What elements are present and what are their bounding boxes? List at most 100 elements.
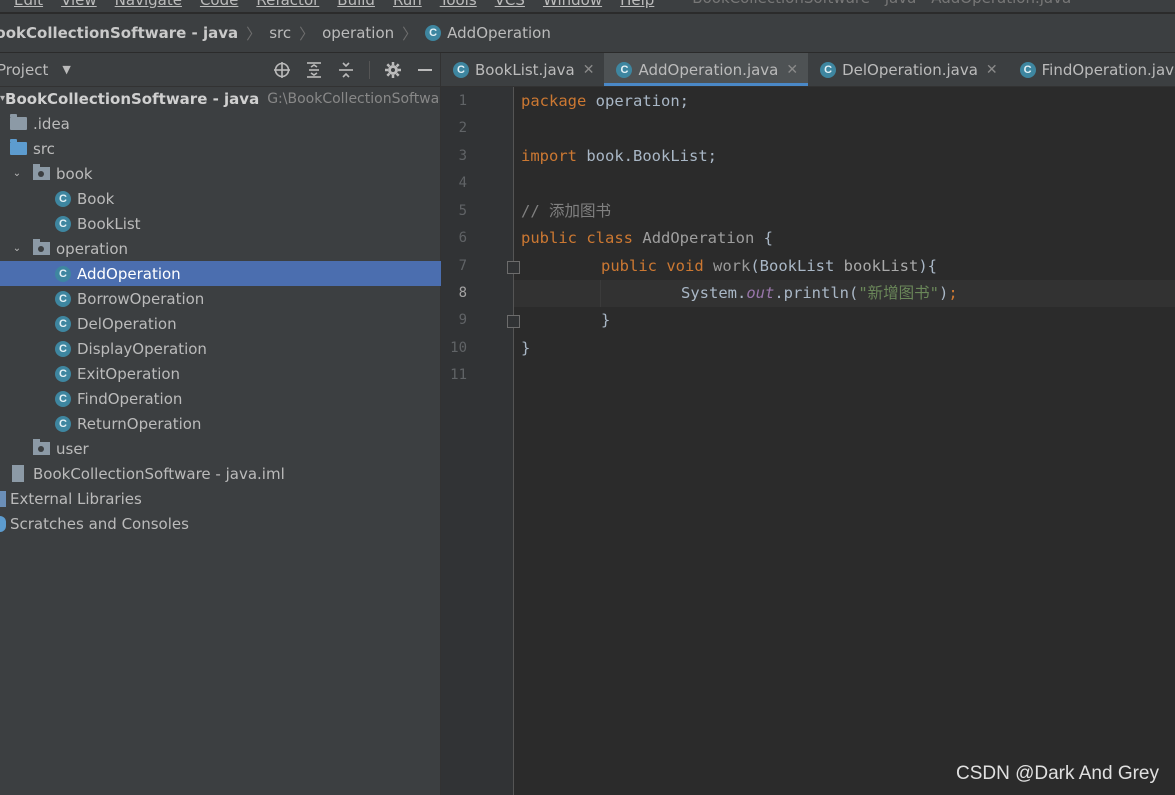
line-number: 3 xyxy=(458,148,467,164)
tree-item-src[interactable]: src xyxy=(0,136,450,161)
tree-item-external-libraries[interactable]: External Libraries xyxy=(0,486,440,511)
menu-navigate[interactable]: Navigate xyxy=(115,0,182,11)
menu-refactor[interactable]: Refactor xyxy=(256,0,319,11)
project-panel-title[interactable]: Project xyxy=(0,61,48,79)
tree-item-returnoperation[interactable]: C ReturnOperation xyxy=(0,411,495,436)
chevron-down-icon[interactable]: ▼ xyxy=(62,63,70,76)
tree-item-user[interactable]: user xyxy=(0,436,473,461)
menu-window[interactable]: Window xyxy=(543,0,602,11)
library-icon xyxy=(0,490,6,507)
minimize-icon[interactable] xyxy=(416,61,434,79)
tab-label: FindOperation.java xyxy=(1041,60,1175,79)
close-icon[interactable]: ✕ xyxy=(583,62,595,78)
line-number: 5 xyxy=(458,203,467,219)
breadcrumb-project[interactable]: BookCollectionSoftware - java xyxy=(0,24,238,42)
menu-code[interactable]: Code xyxy=(200,0,238,11)
chevron-down-icon[interactable]: ⌄ xyxy=(10,168,24,179)
tree-item-label: src xyxy=(33,139,55,158)
fold-marker-icon[interactable] xyxy=(507,315,520,328)
code-line-7: public void work(BookList bookList){ xyxy=(601,253,937,280)
tree-item-displayoperation[interactable]: C DisplayOperation xyxy=(0,336,495,361)
tree-item-iml[interactable]: BookCollectionSoftware - java.iml xyxy=(0,461,452,486)
tree-item-book[interactable]: ⌄ book xyxy=(0,161,450,186)
semicolon: ; xyxy=(948,284,958,302)
code-editor[interactable]: 1 2 3 4 5 6 7 8 9 10 11 package operatio… xyxy=(441,87,1175,795)
breadcrumb-addoperation-label: AddOperation xyxy=(447,24,551,42)
chevron-down-icon[interactable]: ⌄ xyxy=(10,243,24,254)
tab-deloperation[interactable]: C DelOperation.java ✕ xyxy=(808,53,1008,86)
tree-item-label: .idea xyxy=(33,114,70,133)
gear-icon[interactable] xyxy=(384,61,402,79)
tab-findoperation[interactable]: C FindOperation.java xyxy=(1008,53,1175,86)
menu-help[interactable]: Help xyxy=(620,0,654,11)
close-icon[interactable]: ✕ xyxy=(786,62,798,78)
class-icon: C xyxy=(55,190,71,207)
class-icon: C xyxy=(55,315,71,332)
breadcrumb-operation[interactable]: operation xyxy=(322,24,394,42)
keyword: public xyxy=(601,257,657,275)
tree-item-exitoperation[interactable]: C ExitOperation xyxy=(0,361,495,386)
tree-root-label: BookCollectionSoftware - java xyxy=(5,89,260,108)
tree-item-label: BorrowOperation xyxy=(77,289,205,308)
tree-item-scratches[interactable]: Scratches and Consoles xyxy=(0,511,440,536)
fold-marker-icon[interactable] xyxy=(507,261,520,274)
tree-root[interactable]: ▾ BookCollectionSoftware - java G:\BookC… xyxy=(0,86,440,111)
code-text: } xyxy=(521,339,531,357)
string-literal: "新增图书" xyxy=(858,284,939,302)
tree-item-borrowoperation[interactable]: C BorrowOperation xyxy=(0,286,495,311)
tree-item-label: ReturnOperation xyxy=(77,414,202,433)
folder-icon xyxy=(10,114,27,130)
breadcrumb-src[interactable]: src xyxy=(269,24,291,42)
menu-view[interactable]: View xyxy=(61,0,97,11)
tree-item-label: book xyxy=(56,164,93,183)
tab-addoperation[interactable]: C AddOperation.java ✕ xyxy=(604,53,809,86)
tree-item-label: BookCollectionSoftware - java.iml xyxy=(33,464,285,483)
tree-item-addoperation[interactable]: C AddOperation xyxy=(0,261,495,286)
tree-item-label: Book xyxy=(77,189,115,208)
package-icon xyxy=(33,439,50,455)
menu-vcs[interactable]: VCS xyxy=(495,0,525,11)
close-icon[interactable]: ✕ xyxy=(986,62,998,78)
menu-build[interactable]: Build xyxy=(337,0,375,11)
class-name: AddOperation xyxy=(642,229,755,247)
keyword: void xyxy=(666,257,704,275)
keyword: public xyxy=(521,229,577,247)
line-number: 4 xyxy=(458,175,467,191)
breadcrumb-addoperation[interactable]: C AddOperation xyxy=(425,24,551,42)
tree-item-label: Scratches and Consoles xyxy=(10,514,189,533)
class-icon: C xyxy=(55,340,71,357)
class-icon: C xyxy=(820,61,837,78)
code-text: book.BookList; xyxy=(577,147,717,165)
class-icon: C xyxy=(616,61,633,78)
code-line-1: package operation; xyxy=(521,88,689,115)
tree-item-deloperation[interactable]: C DelOperation xyxy=(0,311,495,336)
code-text: .println( xyxy=(774,284,859,302)
window-title: BookCollectionSoftware - java - AddOpera… xyxy=(692,0,1071,11)
code-text: operation; xyxy=(586,92,689,110)
expand-all-icon[interactable] xyxy=(305,61,323,79)
line-number: 1 xyxy=(458,93,467,109)
tree-item-book-class[interactable]: C Book xyxy=(0,186,495,211)
menu-run[interactable]: Run xyxy=(393,0,422,11)
tab-label: BookList.java xyxy=(475,60,575,79)
tree-item-label: AddOperation xyxy=(77,264,181,283)
collapse-all-icon[interactable] xyxy=(337,61,355,79)
menu-edit[interactable]: Edit xyxy=(14,0,43,11)
tab-booklist[interactable]: C BookList.java ✕ xyxy=(441,53,604,86)
tree-item-operation[interactable]: ⌄ operation xyxy=(0,236,450,261)
tree-item-findoperation[interactable]: C FindOperation xyxy=(0,386,495,411)
tree-item-label: DelOperation xyxy=(77,314,177,333)
code-text: ){ xyxy=(918,257,937,275)
code-text: ) xyxy=(939,284,949,302)
editor-gutter[interactable]: 1 2 3 4 5 6 7 8 9 10 11 xyxy=(441,87,520,795)
tree-item-booklist[interactable]: C BookList xyxy=(0,211,495,236)
code-text: (BookList xyxy=(750,257,844,275)
line-number: 6 xyxy=(458,230,467,246)
class-icon: C xyxy=(425,25,442,41)
indent-guide xyxy=(600,280,601,307)
menu-tools[interactable]: Tools xyxy=(440,0,477,11)
locate-icon[interactable] xyxy=(273,61,291,79)
tree-item-idea[interactable]: .idea xyxy=(0,111,450,136)
breadcrumb: BookCollectionSoftware - java 〉 src 〉 op… xyxy=(0,14,1175,53)
menu-bar: Edit View Navigate Code Refactor Build R… xyxy=(0,0,1175,12)
